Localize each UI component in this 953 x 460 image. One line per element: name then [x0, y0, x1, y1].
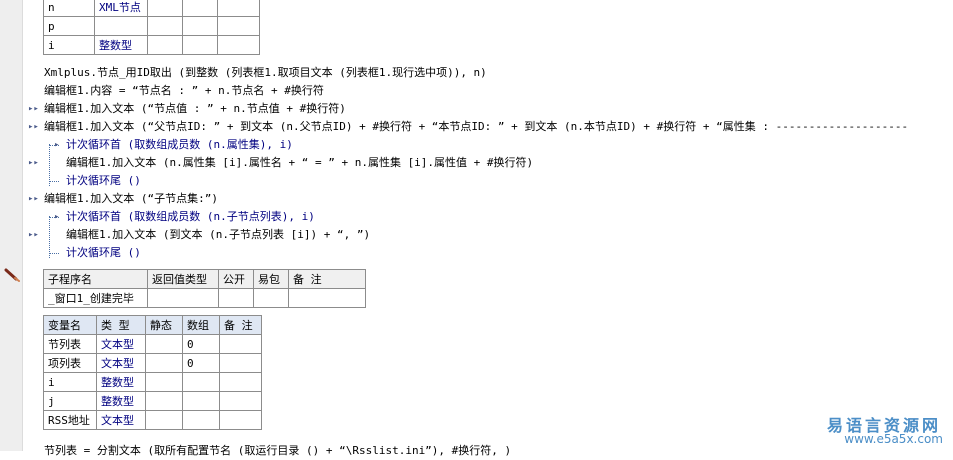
table-row[interactable]: _窗口1_创建完毕 — [43, 288, 366, 308]
subroutine-table: 子程序名 返回值类型 公开 易包 备 注 _窗口1_创建完毕 — [43, 269, 366, 308]
loop-guide-line — [49, 253, 59, 254]
var-type-cell[interactable]: 整数型 — [96, 372, 146, 392]
var-note-cell[interactable] — [219, 334, 262, 354]
code-line-8[interactable]: 编辑框1.加入文本 (“子节点集:”) — [44, 190, 218, 208]
var-note-cell[interactable] — [219, 391, 262, 411]
var-static-cell[interactable] — [145, 353, 183, 373]
var-name-cell[interactable]: RSS地址 — [43, 410, 97, 430]
var-note-cell[interactable] — [219, 372, 262, 392]
column-header: 备 注 — [219, 315, 262, 335]
var-name-cell[interactable]: i — [43, 372, 97, 392]
expand-arrow-icon[interactable]: ▸▸ — [28, 118, 39, 136]
loop-arrow-icon: ▸ — [54, 212, 60, 222]
var-note-cell[interactable] — [219, 410, 262, 430]
var-type-cell[interactable]: 文本型 — [96, 410, 146, 430]
expand-arrow-icon[interactable]: ▸▸ — [28, 154, 39, 172]
column-header: 静态 — [145, 315, 183, 335]
table-row[interactable]: n XML节点 — [43, 0, 260, 17]
code-line-9[interactable]: 计次循环首 (取数组成员数 (n.子节点列表), i) — [66, 208, 315, 226]
expand-arrow-icon[interactable]: ▸▸ — [28, 190, 39, 208]
var-type-cell[interactable]: XML节点 — [94, 0, 148, 17]
table-row[interactable]: j 整数型 — [43, 391, 262, 411]
code-line-10[interactable]: 编辑框1.加入文本 (到文本 (n.子节点列表 [i]) + “, ”) — [66, 226, 370, 244]
return-type-cell[interactable] — [147, 288, 219, 308]
loop-guide-line — [49, 216, 50, 258]
var-type-cell[interactable] — [94, 16, 148, 36]
var-name-cell[interactable]: n — [43, 0, 95, 17]
column-header: 易包 — [253, 269, 289, 289]
var-array-cell[interactable]: 0 — [182, 353, 220, 373]
var-type-cell[interactable]: 整数型 — [96, 391, 146, 411]
local-var-table-top: n XML节点 p i 整数型 — [43, 0, 260, 55]
code-line-5[interactable]: 计次循环首 (取数组成员数 (n.属性集), i) — [66, 136, 293, 154]
local-var-table: 变量名 类 型 静态 数组 备 注 节列表 文本型 0 项列表 文本型 0 i … — [43, 315, 262, 430]
brush-icon — [4, 268, 20, 282]
table-row[interactable]: RSS地址 文本型 — [43, 410, 262, 430]
table-row[interactable]: 节列表 文本型 0 — [43, 334, 262, 354]
code-line-11[interactable]: 计次循环尾 () — [66, 244, 141, 262]
code-line-1[interactable]: Xmlplus.节点_用ID取出 (到整数 (列表框1.取项目文本 (列表框1.… — [44, 64, 487, 82]
var-name-cell[interactable]: j — [43, 391, 97, 411]
code-line-7[interactable]: 计次循环尾 () — [66, 172, 141, 190]
code-line-2[interactable]: 编辑框1.内容 = “节点名 : ” + n.节点名 + #换行符 — [44, 82, 324, 100]
code-line-3[interactable]: 编辑框1.加入文本 (“节点值 : ” + n.节点值 + #换行符) — [44, 100, 346, 118]
public-cell[interactable] — [218, 288, 254, 308]
var-array-cell[interactable] — [182, 391, 220, 411]
column-header: 公开 — [218, 269, 254, 289]
var-array-cell[interactable]: 0 — [182, 334, 220, 354]
var-static-cell[interactable] — [147, 0, 183, 17]
column-header: 类 型 — [96, 315, 146, 335]
var-array-cell[interactable] — [182, 372, 220, 392]
table-row[interactable]: p — [43, 16, 260, 36]
var-note-cell[interactable] — [217, 16, 260, 36]
var-static-cell[interactable] — [145, 391, 183, 411]
table-row[interactable]: i 整数型 — [43, 35, 260, 55]
code-line-bottom[interactable]: 节列表 = 分割文本 (取所有配置节名 (取运行目录 () + “\Rsslis… — [44, 442, 511, 460]
epackage-cell[interactable] — [253, 288, 289, 308]
var-static-cell[interactable] — [147, 16, 183, 36]
column-header: 数组 — [182, 315, 220, 335]
var-name-cell[interactable]: 项列表 — [43, 353, 97, 373]
editor-gutter — [0, 0, 23, 451]
table-row[interactable]: i 整数型 — [43, 372, 262, 392]
var-static-cell[interactable] — [145, 334, 183, 354]
watermark-url: www.e5a5x.com — [844, 432, 943, 446]
table-header-row: 变量名 类 型 静态 数组 备 注 — [43, 315, 262, 335]
var-note-cell[interactable] — [217, 0, 260, 17]
var-type-cell[interactable]: 文本型 — [96, 334, 146, 354]
column-header: 备 注 — [288, 269, 366, 289]
var-array-cell[interactable] — [182, 410, 220, 430]
column-header: 子程序名 — [43, 269, 148, 289]
loop-arrow-icon: ▸ — [54, 140, 60, 150]
var-type-cell[interactable]: 整数型 — [94, 35, 148, 55]
loop-guide-line — [49, 181, 59, 182]
expand-arrow-icon[interactable]: ▸▸ — [28, 100, 39, 118]
var-name-cell[interactable]: p — [43, 16, 95, 36]
var-static-cell[interactable] — [147, 35, 183, 55]
code-line-4[interactable]: 编辑框1.加入文本 (“父节点ID: ” + 到文本 (n.父节点ID) + #… — [44, 118, 908, 136]
column-header: 变量名 — [43, 315, 97, 335]
var-name-cell[interactable]: i — [43, 35, 95, 55]
var-array-cell[interactable] — [182, 0, 218, 17]
code-line-6[interactable]: 编辑框1.加入文本 (n.属性集 [i].属性名 + “ = ” + n.属性集… — [66, 154, 533, 172]
column-header: 返回值类型 — [147, 269, 219, 289]
table-header-row: 子程序名 返回值类型 公开 易包 备 注 — [43, 269, 366, 289]
subroutine-name-cell[interactable]: _窗口1_创建完毕 — [43, 288, 148, 308]
var-name-cell[interactable]: 节列表 — [43, 334, 97, 354]
var-note-cell[interactable] — [219, 353, 262, 373]
var-type-cell[interactable]: 文本型 — [96, 353, 146, 373]
var-static-cell[interactable] — [145, 410, 183, 430]
table-row[interactable]: 项列表 文本型 0 — [43, 353, 262, 373]
var-array-cell[interactable] — [182, 16, 218, 36]
loop-guide-line — [49, 144, 50, 186]
var-note-cell[interactable] — [217, 35, 260, 55]
expand-arrow-icon[interactable]: ▸▸ — [28, 226, 39, 244]
note-cell[interactable] — [288, 288, 366, 308]
var-static-cell[interactable] — [145, 372, 183, 392]
var-array-cell[interactable] — [182, 35, 218, 55]
